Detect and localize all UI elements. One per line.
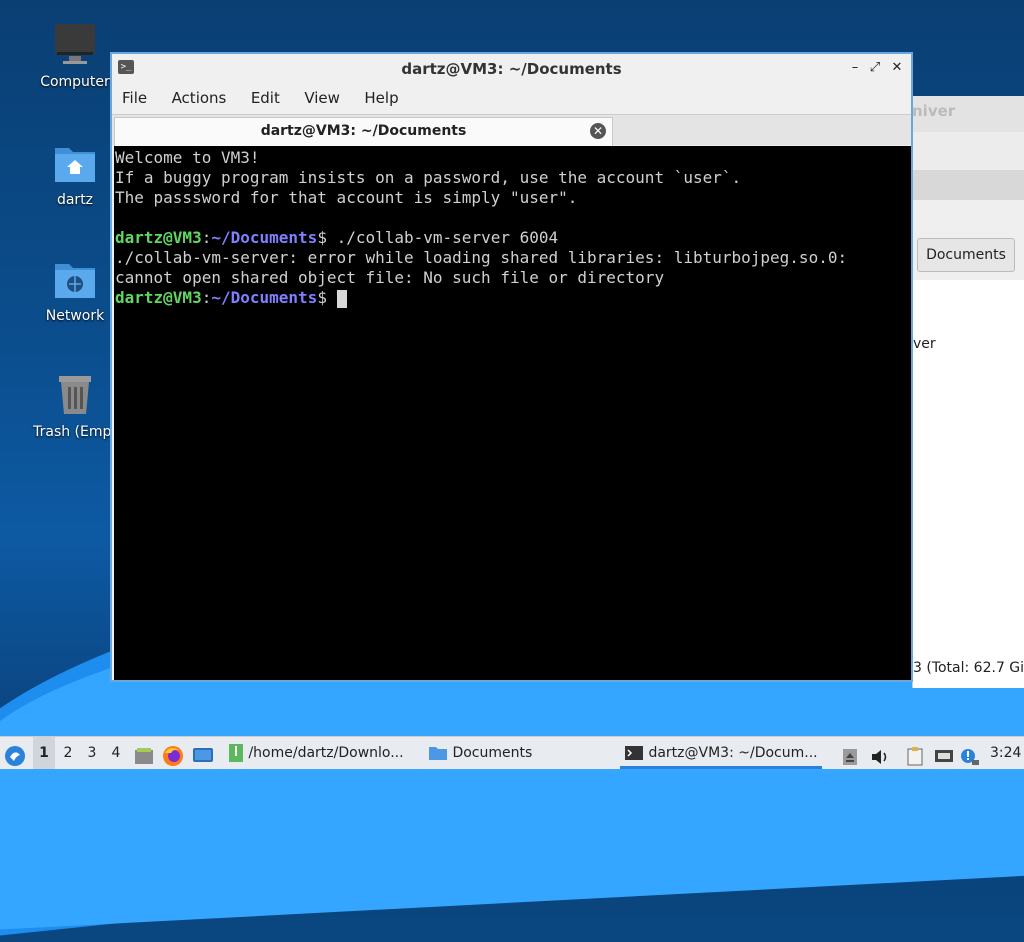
error-line: ./collab-vm-server: error while loading … bbox=[115, 248, 848, 267]
desktop-icon-computer[interactable]: Computer bbox=[30, 22, 120, 90]
window-title: dartz@VM3: ~/Documents bbox=[401, 60, 622, 78]
network-wired-icon bbox=[935, 749, 953, 762]
network-folder-icon bbox=[51, 256, 99, 302]
task-archiver[interactable]: /home/dartz/Downlo... bbox=[224, 737, 418, 769]
workspace-1[interactable]: 1 bbox=[33, 737, 55, 769]
menu-actions[interactable]: Actions bbox=[162, 84, 227, 107]
terminal-tab[interactable]: dartz@VM3: ~/Documents ✕ bbox=[114, 117, 613, 146]
desktop-icon-label: dartz bbox=[56, 192, 94, 208]
menu-bar: File Actions Edit View Help bbox=[112, 84, 911, 112]
tab-bar: dartz@VM3: ~/Documents ✕ bbox=[112, 114, 911, 146]
desktop-icon-trash[interactable]: Trash (Empt bbox=[30, 372, 120, 440]
status-bar-text: 3 (Total: 62.7 GiE bbox=[913, 660, 1024, 676]
file-manager-icon bbox=[135, 748, 153, 764]
path-button-documents[interactable]: Documents bbox=[917, 238, 1015, 272]
archive-icon bbox=[229, 744, 243, 762]
workspace-3[interactable]: 3 bbox=[81, 737, 103, 769]
desktop-icon-label: Trash (Empt bbox=[33, 424, 117, 440]
eject-icon bbox=[843, 748, 857, 765]
start-menu-button[interactable] bbox=[4, 737, 30, 769]
terminal-output[interactable]: Welcome to VM3! If a buggy program insis… bbox=[114, 146, 911, 680]
prompt-path: ~/Documents bbox=[211, 288, 318, 307]
tab-close-icon[interactable]: ✕ bbox=[590, 123, 606, 139]
prompt-dollar: $ bbox=[317, 288, 337, 307]
maximize-button[interactable]: ⤢ bbox=[867, 60, 883, 76]
prompt-user: dartz@VM3 bbox=[115, 228, 202, 247]
desktop-icon-label: Network bbox=[45, 308, 105, 324]
window-titlebar[interactable]: >_ dartz@VM3: ~/Documents – ⤢ ✕ bbox=[112, 54, 911, 82]
output-line: Welcome to VM3! bbox=[115, 148, 260, 167]
file-manager-launcher[interactable] bbox=[134, 737, 156, 769]
task-label: Documents bbox=[452, 745, 533, 761]
task-documents[interactable]: Documents bbox=[424, 737, 608, 769]
terminal-window[interactable]: >_ dartz@VM3: ~/Documents – ⤢ ✕ File Act… bbox=[110, 52, 913, 682]
trash-icon bbox=[51, 372, 99, 418]
tab-label: dartz@VM3: ~/Documents bbox=[260, 123, 467, 139]
workspace-2[interactable]: 2 bbox=[57, 737, 79, 769]
menu-help[interactable]: Help bbox=[354, 84, 398, 107]
command-text: ./collab-vm-server 6004 bbox=[336, 228, 559, 247]
menu-edit[interactable]: Edit bbox=[241, 84, 280, 107]
taskbar: 1 2 3 4 /home/dartz/Downlo... Documents … bbox=[0, 736, 1024, 769]
error-line: cannot open shared object file: No such … bbox=[115, 268, 665, 287]
home-folder-icon bbox=[51, 140, 99, 186]
tray-eject[interactable] bbox=[842, 737, 862, 769]
tray-clipboard[interactable] bbox=[906, 737, 928, 769]
volume-icon bbox=[872, 749, 887, 764]
window-titlebar bbox=[913, 170, 1024, 200]
active-prompt-line[interactable]: dartz@VM3:~/Documents$ bbox=[115, 288, 911, 308]
desktop-icon-label: Computer bbox=[40, 74, 110, 90]
desktop-icon-network[interactable]: Network bbox=[30, 256, 120, 324]
clipboard-icon bbox=[907, 747, 923, 766]
prompt-separator: : bbox=[201, 288, 212, 307]
prompt-user: dartz@VM3 bbox=[115, 288, 202, 307]
show-desktop-button[interactable] bbox=[192, 737, 216, 769]
command-line: dartz@VM3:~/Documents$ ./collab-vm-serve… bbox=[115, 228, 911, 248]
menu-view[interactable]: View bbox=[294, 84, 340, 107]
terminal-icon bbox=[625, 746, 643, 760]
clock[interactable]: 3:24 bbox=[990, 737, 1022, 769]
close-button[interactable]: ✕ bbox=[889, 60, 905, 76]
task-label: /home/dartz/Downlo... bbox=[248, 745, 404, 761]
minimize-button[interactable]: – bbox=[847, 60, 863, 76]
update-notifier-icon bbox=[961, 748, 979, 765]
background-window-file-manager[interactable]: Documents ver 3 (Total: 62.7 GiE bbox=[912, 170, 1024, 688]
file-name-partial: ver bbox=[913, 336, 936, 352]
folder-icon bbox=[429, 747, 447, 760]
app-menu-icon bbox=[5, 745, 25, 766]
computer-icon bbox=[51, 22, 99, 68]
desktop-icon bbox=[193, 748, 213, 762]
desktop-icon-home-folder[interactable]: dartz bbox=[30, 140, 120, 208]
window-title: niver bbox=[912, 96, 1024, 132]
output-line: If a buggy program insists on a password… bbox=[115, 168, 742, 187]
output-line: The passsword for that account is simply… bbox=[115, 188, 578, 207]
tray-volume[interactable] bbox=[870, 737, 892, 769]
prompt-separator: : bbox=[201, 228, 212, 247]
tray-network[interactable] bbox=[934, 737, 956, 769]
workspace-4[interactable]: 4 bbox=[105, 737, 127, 769]
firefox-launcher[interactable] bbox=[162, 737, 186, 769]
text-cursor bbox=[336, 289, 347, 308]
task-terminal[interactable]: dartz@VM3: ~/Docum... bbox=[620, 737, 822, 769]
background-window-archiver[interactable]: niver bbox=[912, 96, 1024, 176]
prompt-path: ~/Documents bbox=[211, 228, 318, 247]
firefox-icon bbox=[163, 745, 183, 766]
menu-file[interactable]: File bbox=[112, 84, 147, 107]
task-label: dartz@VM3: ~/Docum... bbox=[648, 745, 818, 761]
tray-notifications[interactable] bbox=[960, 737, 982, 769]
prompt-dollar: $ bbox=[317, 228, 337, 247]
